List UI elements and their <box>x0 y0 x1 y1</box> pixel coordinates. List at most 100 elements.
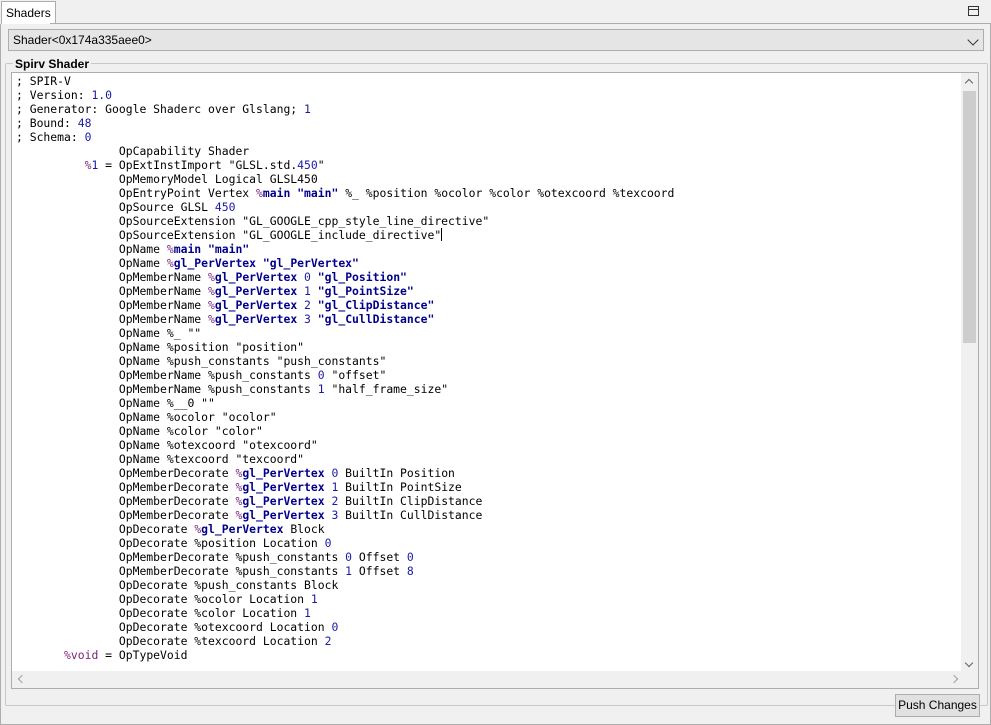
code-token: gl_PerVertex <box>242 480 325 494</box>
code-token: OpDecorate %position Location <box>16 536 325 550</box>
code-token: 450 <box>297 158 318 172</box>
code-line: OpDecorate %push_constants Block <box>16 578 674 592</box>
code-token: BuiltIn PointSize <box>338 480 462 494</box>
tab-shaders[interactable]: Shaders <box>1 1 56 24</box>
code-token: gl_PerVertex <box>242 508 325 522</box>
code-token: OpMemberName <box>16 270 209 284</box>
code-line: ; SPIR-V <box>16 74 674 88</box>
shader-select[interactable]: Shader<0x174a335aee0> <box>8 29 984 51</box>
code-token: 2 <box>304 298 311 312</box>
code-token: OpMemberName %push_constants <box>16 382 318 396</box>
code-token: = OpExtInstImport "GLSL.std. <box>98 158 298 172</box>
code-token: BuiltIn ClipDistance <box>338 494 483 508</box>
code-token: ; Schema: <box>16 130 85 144</box>
code-line: OpDecorate %gl_PerVertex Block <box>16 522 674 536</box>
code-line: OpName %texcoord "texcoord" <box>16 452 674 466</box>
code-token: 1 <box>310 592 318 606</box>
code-token: % <box>166 242 174 256</box>
vertical-scrollbar[interactable] <box>961 73 978 671</box>
code-token: 0 <box>324 536 332 550</box>
code-token: 2 <box>324 634 332 648</box>
code-line: OpDecorate %texcoord Location 2 <box>16 634 674 648</box>
code-token: OpMemberDecorate %push_constants <box>16 564 346 578</box>
code-line: OpName %gl_PerVertex "gl_PerVertex" <box>16 256 674 270</box>
code-line: OpSource GLSL 450 <box>16 200 674 214</box>
code-token: OpDecorate %otexcoord Location <box>16 620 332 634</box>
code-line: ; Version: 1.0 <box>16 88 674 102</box>
arrow-left-icon[interactable] <box>17 674 27 684</box>
code-token: 450 <box>214 200 236 214</box>
code-token: % <box>166 256 174 270</box>
code-token: 8 <box>406 564 414 578</box>
arrow-right-icon[interactable] <box>949 674 959 684</box>
code-token: % <box>208 284 215 298</box>
code-token: gl_PerVertex <box>242 466 325 480</box>
scroll-corner <box>961 671 978 688</box>
code-line: OpDecorate %color Location 1 <box>16 606 674 620</box>
arrow-down-icon[interactable] <box>964 658 974 668</box>
code-token: OpMemberName %push_constants <box>16 368 318 382</box>
code-line: OpSourceExtension "GL_GOOGLE_cpp_style_l… <box>16 214 674 228</box>
code-token: gl_PerVertex <box>214 284 298 298</box>
code-token: OpName %__0 "" <box>16 396 215 410</box>
shader-select-value: Shader<0x174a335aee0> <box>13 33 152 47</box>
spirv-code-editor[interactable]: ; SPIR-V; Version: 1.0; Generator: Googl… <box>11 72 979 689</box>
code-token: 1 <box>345 564 353 578</box>
code-token: 1 <box>304 284 311 298</box>
code-token: gl_PerVertex <box>201 522 284 536</box>
code-token: OpName %otexcoord "otexcoord" <box>16 438 318 452</box>
code-token: 1 <box>304 606 311 620</box>
code-token: OpCapability Shader <box>16 144 250 158</box>
code-token: OpName %color "color" <box>16 424 263 438</box>
code-line: OpDecorate %ocolor Location 1 <box>16 592 674 606</box>
chevron-down-icon[interactable] <box>967 34 979 46</box>
code-line: OpMemberDecorate %gl_PerVertex 0 BuiltIn… <box>16 466 674 480</box>
text-caret <box>441 228 443 241</box>
arrow-up-icon[interactable] <box>964 78 974 88</box>
code-token: OpMemoryModel Logical GLSL450 <box>16 172 318 186</box>
code-token: OpDecorate %texcoord Location <box>16 634 325 648</box>
code-token: OpDecorate %color Location <box>16 606 305 620</box>
push-changes-button[interactable]: Push Changes <box>895 694 980 717</box>
code-line: OpMemberName %gl_PerVertex 3 "gl_CullDis… <box>16 312 674 326</box>
code-line: OpMemberDecorate %gl_PerVertex 3 BuiltIn… <box>16 508 674 522</box>
code-token: "half_frame_size" <box>324 382 449 396</box>
code-token: 1.0 <box>91 88 113 102</box>
code-token: OpName %texcoord "texcoord" <box>16 452 305 466</box>
code-token: OpName %ocolor "ocolor" <box>16 410 277 424</box>
code-token: OpSourceExtension "GL_GOOGLE_cpp_style_l… <box>16 214 490 228</box>
code-line: ; Bound: 48 <box>16 116 674 130</box>
vertical-scroll-thumb[interactable] <box>963 91 976 343</box>
restore-window-icon[interactable] <box>968 6 979 16</box>
shaders-window: Shaders Shader<0x174a335aee0> Spirv Shad… <box>0 0 991 725</box>
code-token: 0 <box>84 130 92 144</box>
code-line: ; Schema: 0 <box>16 130 674 144</box>
code-token: "gl_CullDistance" <box>317 312 435 326</box>
code-line: OpCapability Shader <box>16 144 674 158</box>
group-title: Spirv Shader <box>13 57 92 71</box>
shaders-panel: Shader<0x174a335aee0> Spirv Shader ; SPI… <box>0 24 991 725</box>
code-line: OpMemberName %push_constants 1 "half_fra… <box>16 382 674 396</box>
code-token: % <box>256 186 263 200</box>
code-token: " <box>317 158 325 172</box>
code-token: "gl_PointSize" <box>317 284 414 298</box>
horizontal-scrollbar[interactable] <box>12 671 963 688</box>
code-token: OpEntryPoint Vertex <box>16 186 257 200</box>
code-line: OpDecorate %otexcoord Location 0 <box>16 620 674 634</box>
code-token: % <box>208 312 215 326</box>
code-token: % <box>208 298 215 312</box>
code-line: OpName %color "color" <box>16 424 674 438</box>
code-line: OpMemoryModel Logical GLSL450 <box>16 172 674 186</box>
code-token: Offset <box>352 550 407 564</box>
code-token: 1 <box>304 102 311 116</box>
code-token: 1 <box>317 382 325 396</box>
code-token: OpName %push_constants "push_constants" <box>16 354 387 368</box>
code-token: OpMemberName <box>16 284 209 298</box>
code-token: 0 <box>331 620 339 634</box>
code-text[interactable]: ; SPIR-V; Version: 1.0; Generator: Googl… <box>16 74 674 662</box>
code-token: OpName <box>16 242 167 256</box>
